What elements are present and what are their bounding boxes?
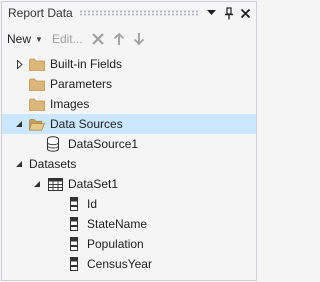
edit-button[interactable]: Edit...	[52, 32, 83, 46]
toolbar: New ▼ Edit...	[2, 28, 256, 50]
folder-icon	[29, 76, 45, 92]
delete-x-icon[interactable]	[91, 32, 105, 46]
collapse-arrow-icon[interactable]	[32, 179, 42, 189]
panel-title: Report Data	[8, 6, 73, 20]
collapse-arrow-icon[interactable]	[14, 119, 24, 129]
tree-node-label: Id	[87, 197, 98, 211]
tree-node-field-id[interactable]: Id	[2, 194, 256, 214]
database-icon	[45, 136, 61, 152]
field-icon	[66, 196, 82, 212]
new-button-label: New	[7, 32, 32, 46]
tree-node-label: StateName	[87, 217, 148, 231]
tree-node-field-population[interactable]: Population	[2, 234, 256, 254]
expand-arrow-icon[interactable]	[15, 59, 25, 69]
field-icon	[66, 236, 82, 252]
folder-icon	[29, 56, 45, 72]
open-folder-icon	[29, 116, 45, 132]
drag-grip[interactable]	[78, 10, 199, 16]
pin-icon[interactable]	[222, 5, 235, 21]
tree-node-dataset1[interactable]: DataSet1	[2, 174, 256, 194]
tree-node-builtin-fields[interactable]: Built-in Fields	[2, 54, 256, 74]
report-data-tree: Built-in Fields Parameters Images Data S…	[2, 54, 256, 274]
new-dropdown-caret-icon: ▼	[35, 34, 43, 44]
tree-node-images[interactable]: Images	[2, 94, 256, 114]
tree-node-label: DataSource1	[68, 137, 139, 151]
tree-node-parameters[interactable]: Parameters	[2, 74, 256, 94]
tree-node-label: Images	[50, 97, 90, 111]
panel-title-bar[interactable]: Report Data	[2, 2, 256, 24]
arrow-down-icon[interactable]	[133, 32, 145, 46]
tree-node-datasource1[interactable]: DataSource1	[2, 134, 256, 154]
tree-node-label: Built-in Fields	[50, 57, 123, 71]
tree-node-label: Parameters	[50, 77, 113, 91]
table-icon	[47, 176, 63, 192]
tree-node-label: Population	[87, 237, 144, 251]
tree-node-field-statename[interactable]: StateName	[2, 214, 256, 234]
tree-node-label: Data Sources	[50, 117, 123, 131]
report-data-panel: Report Data New ▼ Edit... Built-in Field…	[1, 1, 257, 281]
tree-node-label: DataSet1	[68, 177, 119, 191]
arrow-up-icon[interactable]	[113, 32, 125, 46]
tree-node-label: CensusYear	[87, 257, 152, 271]
field-icon	[66, 216, 82, 232]
tree-node-data-sources[interactable]: Data Sources	[2, 114, 256, 134]
tree-node-field-censusyear[interactable]: CensusYear	[2, 254, 256, 274]
close-icon[interactable]	[239, 5, 252, 21]
chevron-down-icon[interactable]	[205, 5, 218, 21]
folder-icon	[29, 96, 45, 112]
field-icon	[66, 256, 82, 272]
tree-node-label: Datasets	[29, 157, 77, 171]
new-button[interactable]: New ▼	[7, 32, 43, 46]
collapse-arrow-icon[interactable]	[14, 159, 24, 169]
tree-node-datasets[interactable]: Datasets	[2, 154, 256, 174]
